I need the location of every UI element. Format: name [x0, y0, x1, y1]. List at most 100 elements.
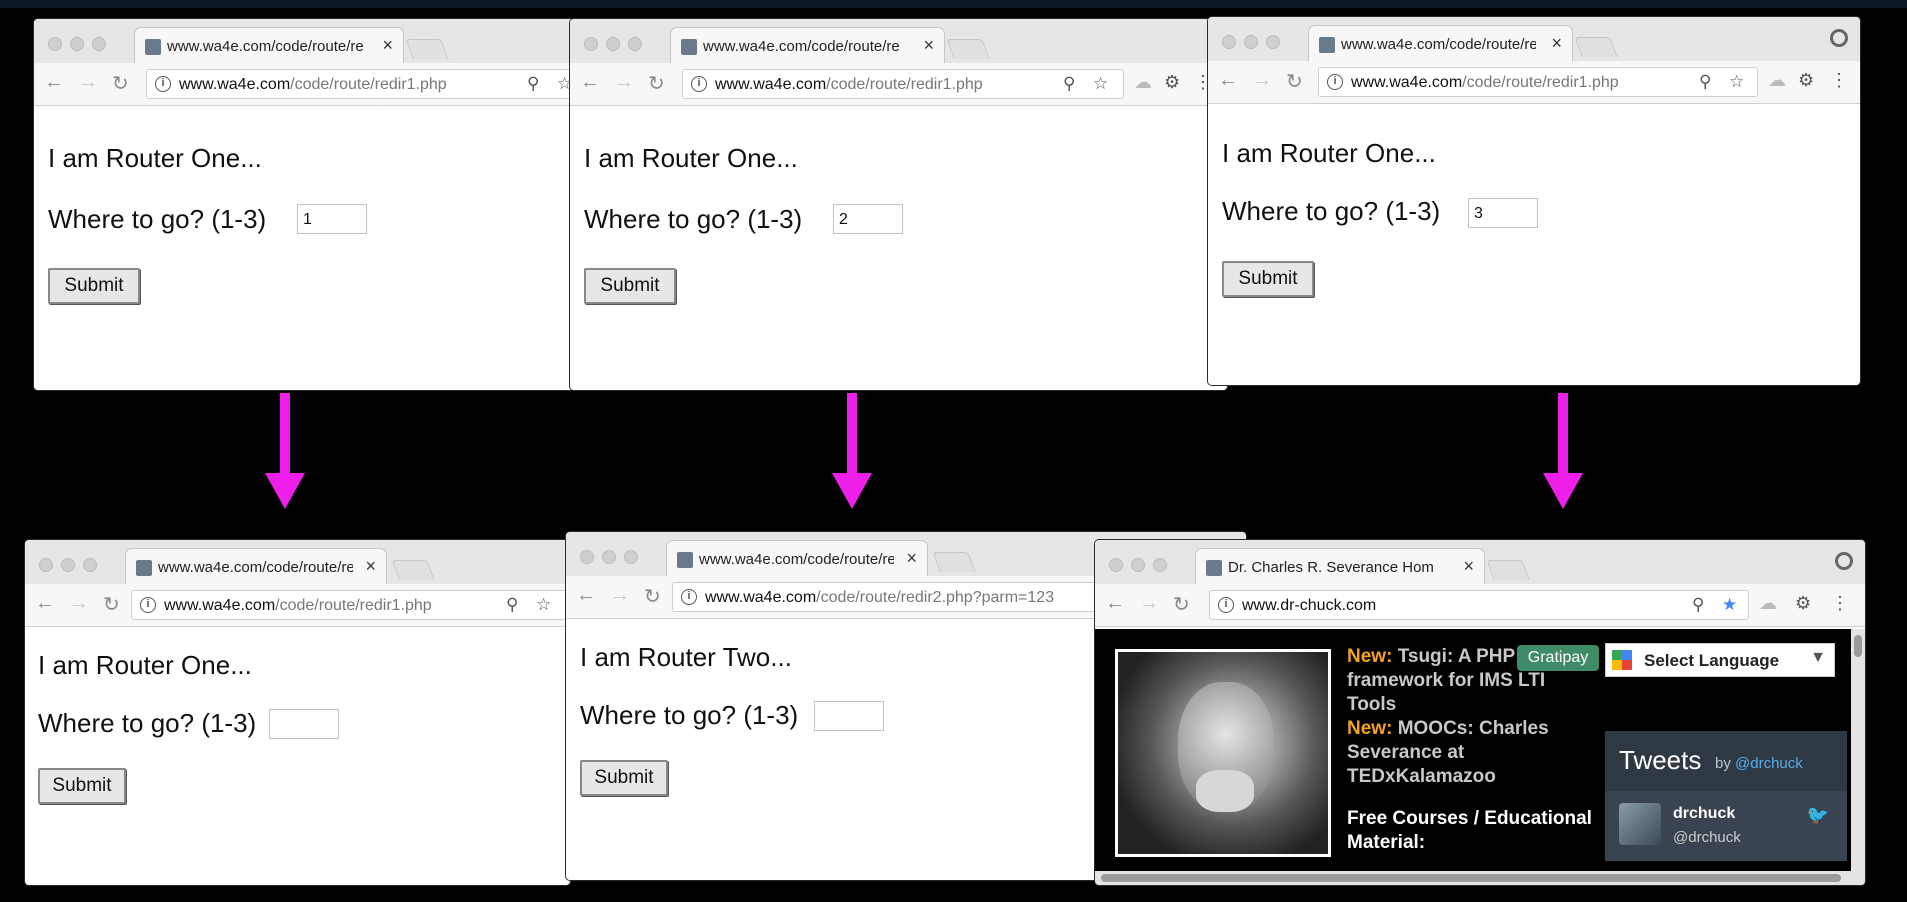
forward-icon[interactable]: →	[78, 71, 98, 94]
bookmark-star-icon[interactable]: ☆	[536, 595, 551, 615]
chevron-down-icon: ▼	[1810, 649, 1826, 666]
cloud-icon[interactable]: ☁	[1768, 70, 1786, 91]
profile-photo	[1115, 649, 1331, 857]
bookmark-star-icon[interactable]: ★	[1722, 595, 1737, 615]
close-tab-icon[interactable]: ×	[1551, 33, 1562, 54]
menu-icon[interactable]: ⋮	[1831, 593, 1849, 614]
new-tab-button[interactable]	[391, 560, 435, 580]
bookmark-star-icon[interactable]: ☆	[1093, 74, 1108, 94]
zoom-icon[interactable]: ⚲	[527, 74, 539, 94]
new-tab-button[interactable]	[932, 552, 976, 572]
close-tab-icon[interactable]: ×	[1463, 556, 1474, 577]
tab-active[interactable]: www.wa4e.com/code/route/re ×	[666, 540, 928, 576]
gear-icon[interactable]: ⚙	[1795, 593, 1811, 614]
bookmark-star-icon[interactable]: ☆	[1729, 72, 1744, 92]
where-input[interactable]: 1	[297, 204, 367, 234]
forward-icon[interactable]: →	[1252, 69, 1272, 92]
window-controls[interactable]	[1109, 558, 1175, 577]
select-language-dropdown[interactable]: Select Language ▼	[1605, 643, 1835, 677]
page-heading: I am Router One...	[584, 143, 798, 173]
address-bar[interactable]: i www.wa4e.com/code/route/redir1.php ⚲ ☆	[1318, 67, 1758, 97]
browser-window-3: www.wa4e.com/code/route/re × ← → ↻ i www…	[1208, 17, 1860, 385]
submit-button[interactable]: Submit	[584, 268, 676, 304]
forward-icon[interactable]: →	[610, 584, 630, 607]
submit-button[interactable]: Submit	[580, 760, 668, 796]
forward-icon[interactable]: →	[1139, 592, 1159, 615]
window-controls[interactable]	[1222, 35, 1288, 54]
reload-icon[interactable]: ↻	[644, 584, 661, 609]
zoom-icon[interactable]: ⚲	[1692, 595, 1704, 615]
page-content: I am Router One... Where to go? (1-3) Su…	[25, 627, 570, 885]
info-icon[interactable]: i	[1327, 74, 1343, 90]
back-icon[interactable]: ←	[1218, 69, 1238, 92]
info-icon[interactable]: i	[681, 589, 697, 605]
menu-icon[interactable]: ⋮	[1830, 70, 1848, 91]
tab-active[interactable]: Dr. Charles R. Severance Hom ×	[1195, 548, 1485, 584]
back-icon[interactable]: ←	[576, 584, 596, 607]
tab-active[interactable]: www.wa4e.com/code/route/re ×	[134, 27, 404, 63]
back-icon[interactable]: ←	[44, 71, 64, 94]
gear-icon[interactable]: ⚙	[1798, 70, 1814, 91]
close-tab-icon[interactable]: ×	[365, 556, 376, 577]
cloud-icon[interactable]: ☁	[1134, 72, 1152, 93]
new-tab-button[interactable]	[1486, 560, 1530, 580]
address-bar[interactable]: i www.dr-chuck.com ⚲ ★	[1209, 590, 1749, 620]
reload-icon[interactable]: ↻	[112, 71, 129, 96]
reload-icon[interactable]: ↻	[648, 71, 665, 96]
zoom-icon[interactable]: ⚲	[506, 595, 518, 615]
tab-active[interactable]: www.wa4e.com/code/route/re ×	[125, 548, 387, 584]
zoom-icon[interactable]: ⚲	[1063, 74, 1075, 94]
forward-icon[interactable]: →	[69, 592, 89, 615]
forward-icon[interactable]: →	[614, 71, 634, 94]
twitter-bird-icon[interactable]: 🐦	[1807, 805, 1829, 826]
cloud-icon[interactable]: ☁	[1759, 593, 1777, 614]
gear-icon[interactable]: ⚙	[1164, 72, 1180, 93]
avatar[interactable]	[1619, 803, 1661, 845]
where-to-go-label: Where to go? (1-3)	[1222, 196, 1441, 226]
info-icon[interactable]: i	[155, 76, 171, 92]
address-bar[interactable]: i www.wa4e.com/code/route/redir1.php ⚲ ☆	[131, 590, 570, 620]
close-tab-icon[interactable]: ×	[906, 548, 917, 569]
zoom-icon[interactable]: ⚲	[1699, 72, 1711, 92]
vertical-scrollbar[interactable]	[1851, 629, 1865, 885]
horizontal-scrollbar[interactable]	[1095, 871, 1865, 885]
back-icon[interactable]: ←	[35, 592, 55, 615]
back-icon[interactable]: ←	[1105, 592, 1125, 615]
tweet-author-name[interactable]: drchuck	[1673, 805, 1735, 823]
window-controls[interactable]	[584, 37, 650, 56]
favicon-icon	[1206, 560, 1222, 576]
reload-icon[interactable]: ↻	[1173, 592, 1190, 617]
close-tab-icon[interactable]: ×	[382, 35, 393, 56]
tweets-handle-link[interactable]: @drchuck	[1735, 755, 1803, 772]
where-input[interactable]: 3	[1468, 198, 1538, 228]
new-tab-button[interactable]	[1574, 37, 1618, 57]
address-bar[interactable]: i www.wa4e.com/code/route/redir1.php ⚲ ☆	[682, 69, 1124, 99]
reload-icon[interactable]: ↻	[103, 592, 120, 617]
favicon-icon	[136, 560, 152, 576]
tab-title: www.wa4e.com/code/route/re	[699, 551, 894, 568]
where-input[interactable]	[269, 709, 339, 739]
news-item[interactable]: New: MOOCs: Charles Severance at TEDxKal…	[1347, 717, 1597, 789]
back-icon[interactable]: ←	[580, 71, 600, 94]
profile-icon[interactable]	[1835, 552, 1853, 570]
profile-icon[interactable]	[1830, 29, 1848, 47]
window-controls[interactable]	[580, 550, 646, 569]
submit-button[interactable]: Submit	[38, 768, 126, 804]
gratipay-button[interactable]: Gratipay	[1517, 645, 1599, 671]
info-icon[interactable]: i	[1218, 597, 1234, 613]
info-icon[interactable]: i	[140, 597, 156, 613]
tab-active[interactable]: www.wa4e.com/code/route/re ×	[1308, 25, 1573, 61]
new-tab-button[interactable]	[946, 39, 990, 59]
info-icon[interactable]: i	[691, 76, 707, 92]
where-input[interactable]: 2	[833, 204, 903, 234]
reload-icon[interactable]: ↻	[1286, 69, 1303, 94]
where-input[interactable]	[814, 701, 884, 731]
window-controls[interactable]	[39, 558, 105, 577]
tab-active[interactable]: www.wa4e.com/code/route/re ×	[670, 27, 945, 63]
window-controls[interactable]	[48, 37, 114, 56]
close-tab-icon[interactable]: ×	[923, 35, 934, 56]
submit-button[interactable]: Submit	[48, 268, 140, 304]
submit-button[interactable]: Submit	[1222, 261, 1314, 297]
address-bar[interactable]: i www.wa4e.com/code/route/redir1.php ⚲ ☆	[146, 69, 574, 99]
new-tab-button[interactable]	[405, 39, 449, 59]
